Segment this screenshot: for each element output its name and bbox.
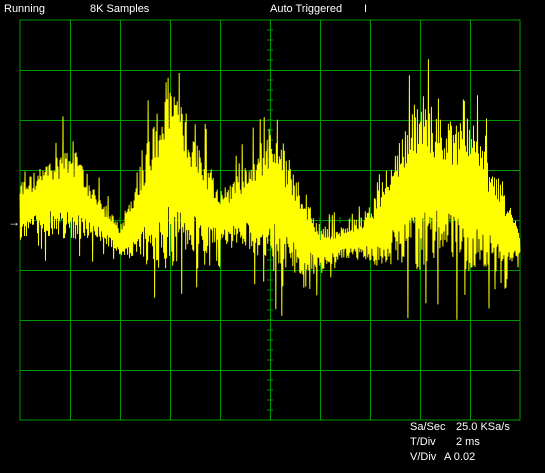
time-div-label: T/Div xyxy=(410,436,436,448)
sample-rate-label: Sa/Sec xyxy=(410,421,446,433)
volt-div-value: A 0.02 xyxy=(444,451,476,463)
sample-count-label: 8K Samples xyxy=(90,3,150,15)
sample-rate-value: 25.0 KSa/s xyxy=(456,421,510,433)
trigger-level-arrow[interactable]: → xyxy=(8,215,20,229)
run-state-label: Running xyxy=(4,3,45,15)
sample-rate-readout: Sa/Sec 25.0 KSa/s xyxy=(410,421,510,434)
trigger-position-marker: I xyxy=(364,3,368,15)
time-div-readout: T/Div 2 ms xyxy=(410,436,480,449)
time-div-value: 2 ms xyxy=(456,436,480,448)
volt-div-label: V/Div xyxy=(410,451,437,463)
volt-div-readout: V/Div A 0.02 xyxy=(410,451,475,464)
trigger-status-label: Auto Triggered xyxy=(270,3,343,15)
scope-display: → xyxy=(8,19,521,421)
